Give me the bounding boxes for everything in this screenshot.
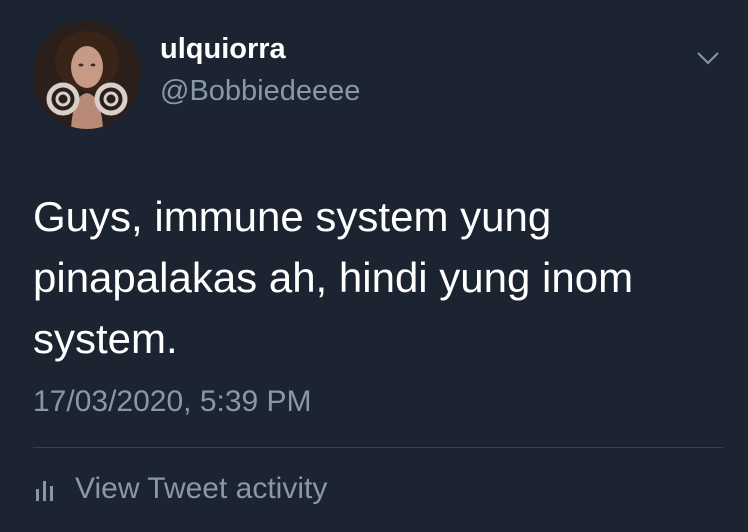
divider [33, 447, 723, 448]
avatar-image [33, 21, 141, 129]
tweet-text: Guys, immune system yung pinapalakas ah,… [33, 193, 634, 362]
avatar[interactable] [33, 21, 141, 129]
user-handle[interactable]: @Bobbiedeeee [160, 77, 360, 106]
bar-chart-icon [36, 481, 53, 501]
view-tweet-activity-button[interactable]: View Tweet activity [33, 474, 327, 504]
view-tweet-activity-label: View Tweet activity [75, 472, 328, 505]
display-name[interactable]: ulquiorra [160, 35, 286, 64]
chevron-down-icon [697, 52, 719, 65]
more-options-button[interactable] [696, 50, 720, 66]
tweet-timestamp[interactable]: 17/03/2020, 5:39 PM [33, 387, 312, 417]
